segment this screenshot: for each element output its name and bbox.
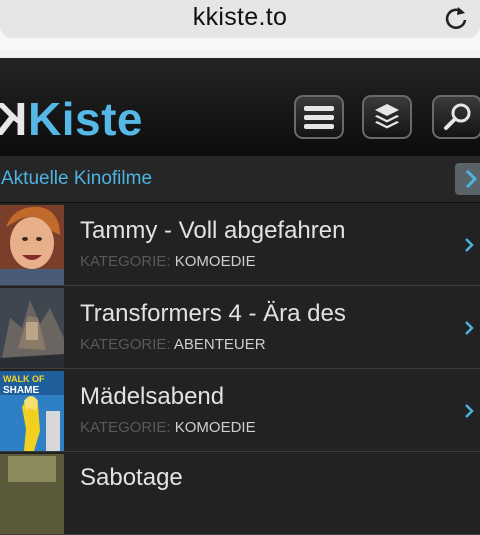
section-title[interactable]: Aktuelle Kinofilme bbox=[1, 168, 152, 190]
category-value: KOMOEDIE bbox=[174, 253, 256, 270]
reload-icon[interactable] bbox=[442, 4, 470, 32]
site-header: K Kiste bbox=[0, 58, 480, 156]
chevron-right-icon bbox=[465, 238, 474, 252]
layers-icon bbox=[375, 104, 399, 129]
category-value: KOMOEDIE bbox=[174, 419, 256, 436]
movie-poster bbox=[0, 288, 64, 368]
search-icon bbox=[444, 103, 471, 130]
movie-title: Tammy - Voll abgefahren bbox=[80, 217, 346, 244]
poster-text-line2: SHAME bbox=[3, 385, 39, 396]
category-label: KATEGORIE: bbox=[80, 336, 171, 353]
movie-row[interactable]: Transformers 4 - Ära des KATEGORIE: ABEN… bbox=[0, 286, 480, 369]
logo-kiste: Kiste bbox=[28, 93, 143, 145]
category-label: KATEGORIE: bbox=[80, 253, 171, 270]
movie-row[interactable]: WALK OF SHAME Mädelsabend KATEGORIE: KOM… bbox=[0, 369, 480, 452]
movie-row[interactable]: Tammy - Voll abgefahren KATEGORIE: KOMOE… bbox=[0, 203, 480, 286]
movie-poster: WALK OF SHAME bbox=[0, 371, 64, 451]
url-text[interactable]: kkiste.to bbox=[0, 3, 480, 32]
movie-category: KATEGORIE: KOMOEDIE bbox=[80, 253, 256, 270]
movie-poster bbox=[0, 454, 64, 534]
chevron-right-icon bbox=[465, 321, 474, 335]
logo-mirrored-k: K bbox=[0, 92, 27, 146]
menu-icon bbox=[304, 106, 334, 129]
section-next-button[interactable] bbox=[455, 163, 480, 195]
movie-row[interactable]: Sabotage bbox=[0, 452, 480, 535]
movie-title: Sabotage bbox=[80, 464, 183, 491]
movie-category: KATEGORIE: ABENTEUER bbox=[80, 336, 266, 353]
browser-bar: kkiste.to bbox=[0, 0, 480, 59]
section-bar: Aktuelle Kinofilme bbox=[0, 156, 480, 203]
chevron-right-icon bbox=[465, 404, 474, 418]
categories-button[interactable] bbox=[362, 95, 412, 139]
search-button[interactable] bbox=[432, 95, 480, 139]
menu-button[interactable] bbox=[294, 95, 344, 139]
movie-title: Transformers 4 - Ära des bbox=[80, 300, 346, 327]
movie-poster bbox=[0, 205, 64, 285]
address-field[interactable]: kkiste.to bbox=[0, 0, 480, 38]
movie-category: KATEGORIE: KOMOEDIE bbox=[80, 419, 256, 436]
movie-title: Mädelsabend bbox=[80, 383, 225, 410]
category-value: ABENTEUER bbox=[173, 336, 266, 353]
category-label: KATEGORIE: bbox=[80, 419, 171, 436]
poster-text-line1: WALK OF bbox=[3, 374, 45, 384]
chevron-right-icon bbox=[465, 169, 478, 189]
